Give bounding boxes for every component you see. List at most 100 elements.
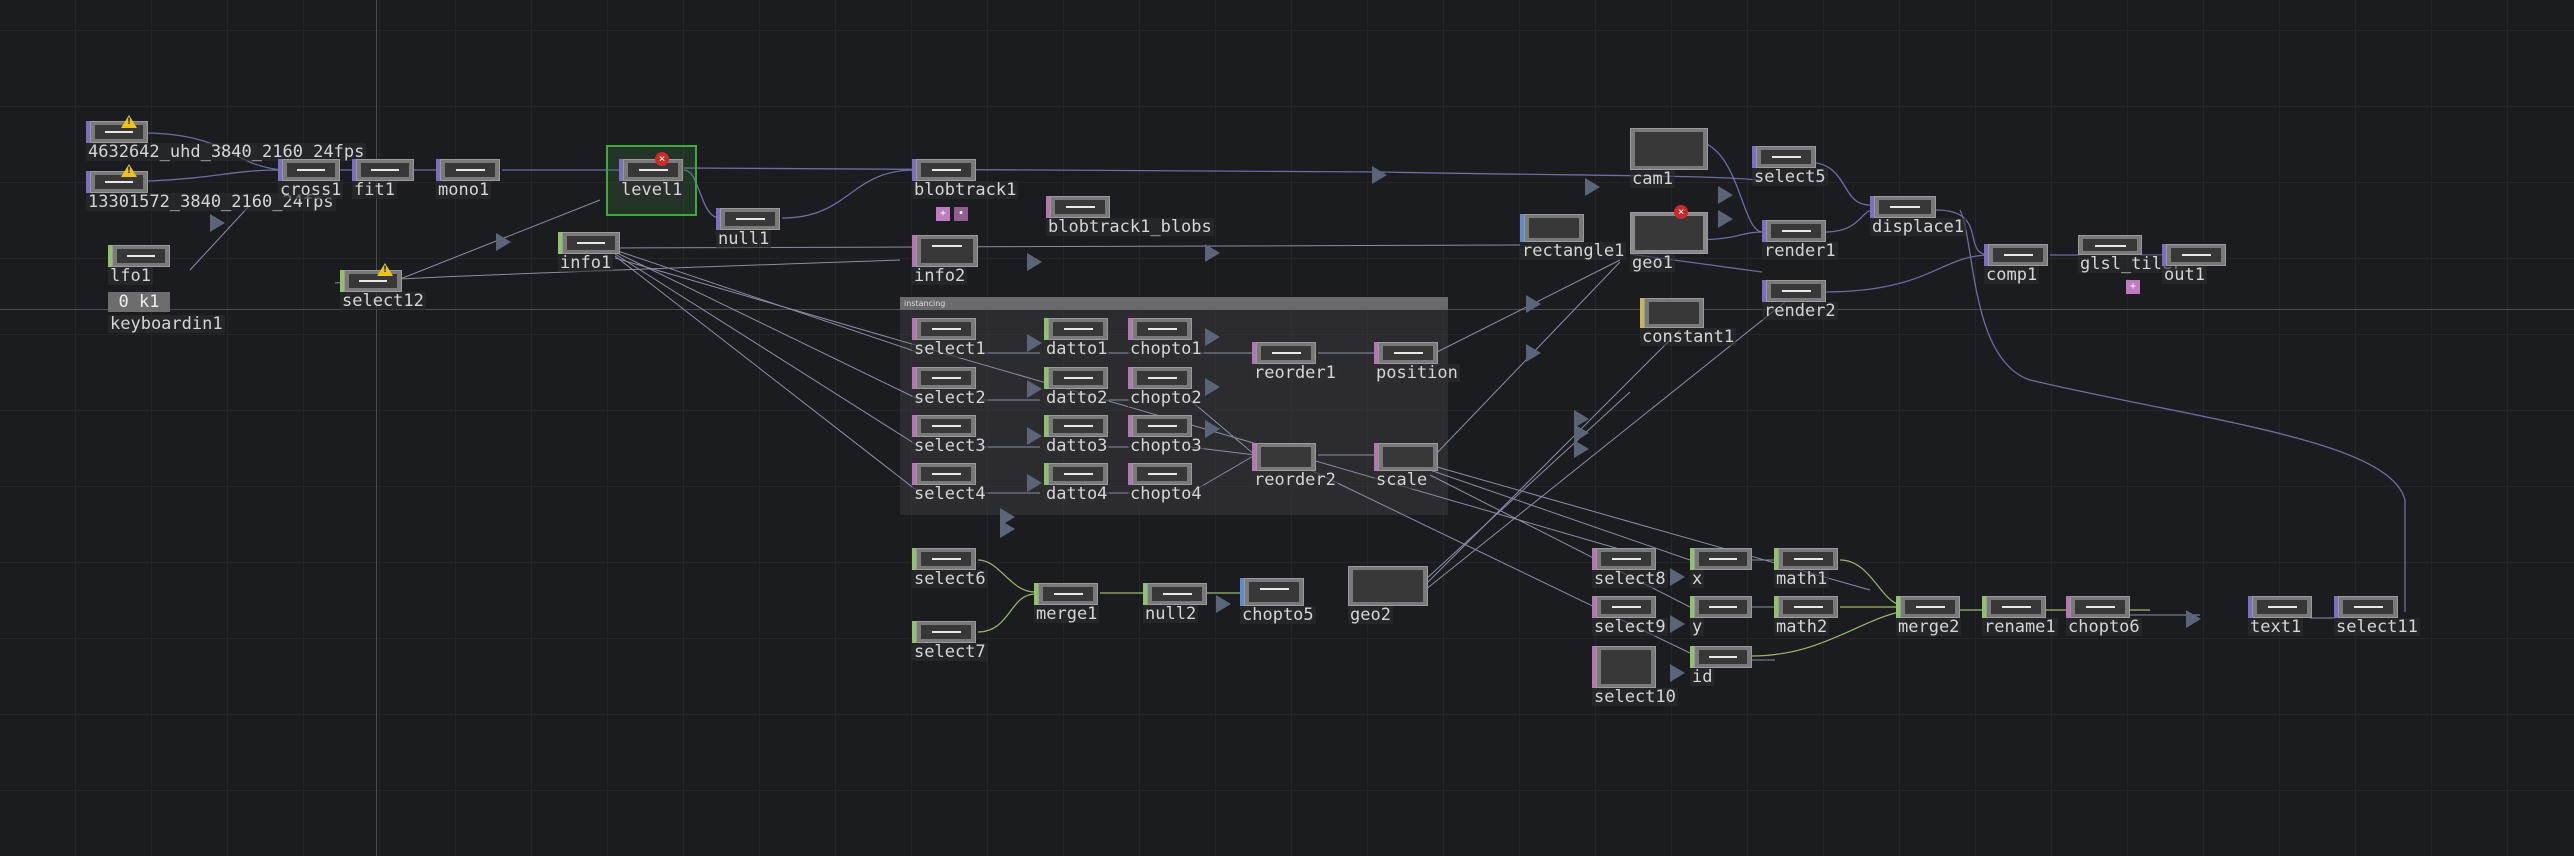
node-name[interactable]: select11	[2334, 618, 2420, 636]
node-name[interactable]: chopto6	[2066, 618, 2142, 636]
fit1-node[interactable]: fit1	[352, 159, 414, 199]
wire[interactable]	[1839, 559, 1901, 606]
node-name[interactable]: render2	[1762, 302, 1838, 320]
node-name[interactable]: info1	[558, 254, 614, 272]
node-viewer[interactable]	[1132, 367, 1192, 389]
node-name[interactable]: select7	[912, 643, 988, 661]
node-viewer[interactable]	[1256, 342, 1316, 364]
select7-node[interactable]: select7	[912, 621, 988, 661]
wire[interactable]	[1823, 209, 1873, 233]
cam1-node[interactable]: cam1	[1630, 128, 1708, 188]
node-viewer[interactable]	[916, 318, 976, 340]
wire[interactable]	[683, 167, 1761, 181]
node-viewer[interactable]	[1048, 318, 1108, 340]
node-name[interactable]: x	[1690, 570, 1705, 588]
node-name[interactable]: out1	[2162, 266, 2207, 284]
datto4-node[interactable]: datto4	[1044, 463, 1110, 503]
info2-node[interactable]: info2	[912, 235, 978, 285]
node-name[interactable]: select2	[912, 389, 988, 407]
null2-node[interactable]: null2	[1143, 583, 1207, 623]
select5-node[interactable]: select5	[1752, 146, 1828, 186]
node-name[interactable]: rename1	[1982, 618, 2058, 636]
render1-node[interactable]: render1	[1762, 220, 1838, 260]
node-viewer[interactable]	[344, 270, 402, 292]
select1-node[interactable]: select1	[912, 318, 988, 358]
node-name[interactable]: select9	[1592, 618, 1668, 636]
datto1-node[interactable]: datto1	[1044, 318, 1110, 358]
position-node[interactable]: position	[1374, 342, 1460, 382]
lfo1-node[interactable]: lfo1	[108, 245, 170, 285]
node-viewer[interactable]	[916, 548, 976, 570]
reorder1-node[interactable]: reorder1	[1252, 342, 1338, 382]
node-viewer[interactable]	[1132, 415, 1192, 437]
node-viewer[interactable]	[916, 463, 976, 485]
wire[interactable]	[1823, 254, 1991, 293]
node-name[interactable]: lfo1	[108, 267, 153, 285]
node-viewer[interactable]	[1596, 596, 1656, 618]
node-viewer[interactable]	[1348, 566, 1428, 606]
node-viewer[interactable]	[916, 367, 976, 389]
text1-node[interactable]: text1	[2248, 596, 2312, 636]
select4-node[interactable]: select4	[912, 463, 988, 503]
node-viewer[interactable]	[1778, 548, 1838, 570]
node-name[interactable]: text1	[2248, 618, 2304, 636]
node-viewer[interactable]	[90, 171, 148, 193]
node-viewer[interactable]	[282, 159, 340, 181]
node-viewer[interactable]	[720, 208, 780, 230]
node-viewer[interactable]	[1778, 596, 1838, 618]
node-viewer[interactable]	[1048, 463, 1108, 485]
node-viewer[interactable]	[916, 621, 976, 643]
blobtrack1-node[interactable]: blobtrack1	[912, 159, 1019, 199]
out1-node[interactable]: out1	[2162, 244, 2226, 284]
node-name[interactable]: displace1	[1870, 218, 1967, 236]
select10-node[interactable]: select10	[1592, 646, 1678, 706]
node-name[interactable]: chopto4	[1128, 485, 1204, 503]
node-viewer[interactable]	[2252, 596, 2312, 618]
node-name[interactable]: select4	[912, 485, 988, 503]
node-name[interactable]: info2	[912, 267, 968, 285]
node-name[interactable]: select10	[1592, 688, 1678, 706]
chopto3-node[interactable]: chopto3	[1128, 415, 1204, 455]
wire[interactable]	[614, 249, 921, 354]
wire[interactable]	[614, 251, 921, 401]
x-node[interactable]: x	[1690, 548, 1752, 588]
node-viewer[interactable]	[1378, 342, 1438, 364]
node-name[interactable]: null1	[716, 230, 772, 248]
node-name[interactable]: id	[1690, 668, 1715, 686]
node-name[interactable]: reorder2	[1252, 471, 1338, 489]
node-viewer[interactable]	[1132, 318, 1192, 340]
node-viewer[interactable]	[1524, 214, 1584, 242]
rename1-node[interactable]: rename1	[1982, 596, 2058, 636]
node-viewer[interactable]	[112, 245, 170, 267]
datto3-node[interactable]: datto3	[1044, 415, 1110, 455]
node-name[interactable]: rectangle1	[1520, 242, 1627, 260]
node-viewer[interactable]	[356, 159, 414, 181]
node-viewer[interactable]	[562, 232, 620, 254]
node-name[interactable]: chopto5	[1240, 606, 1316, 624]
node-name[interactable]: datto2	[1044, 389, 1110, 407]
constant1-node[interactable]: constant1	[1640, 298, 1737, 346]
node-viewer[interactable]	[2070, 596, 2130, 618]
node-viewer[interactable]	[2166, 244, 2226, 266]
wire[interactable]	[614, 255, 921, 494]
node-name[interactable]: cross1	[278, 181, 344, 199]
node-viewer[interactable]	[1766, 280, 1826, 302]
node-name[interactable]: math1	[1774, 570, 1830, 588]
datto2-node[interactable]: datto2	[1044, 367, 1110, 407]
merge1-node[interactable]: merge1	[1034, 583, 1100, 623]
node-name[interactable]: select5	[1752, 168, 1828, 186]
geo2-node[interactable]: geo2	[1348, 566, 1428, 624]
node-name[interactable]: geo2	[1348, 606, 1393, 624]
math2-node[interactable]: math2	[1774, 596, 1838, 636]
node-name[interactable]: select12	[340, 292, 426, 310]
node-viewer[interactable]	[1147, 583, 1207, 605]
node-viewer[interactable]	[1596, 548, 1656, 570]
dat-docked-icon[interactable]: +	[936, 207, 950, 221]
info1-node[interactable]: info1	[558, 232, 620, 272]
node-name[interactable]: chopto1	[1128, 340, 1204, 358]
node-name[interactable]: select8	[1592, 570, 1668, 588]
node-name[interactable]: select3	[912, 437, 988, 455]
node-viewer[interactable]	[1048, 415, 1108, 437]
node-name[interactable]: y	[1690, 618, 1705, 636]
node-name[interactable]: geo1	[1630, 254, 1675, 272]
